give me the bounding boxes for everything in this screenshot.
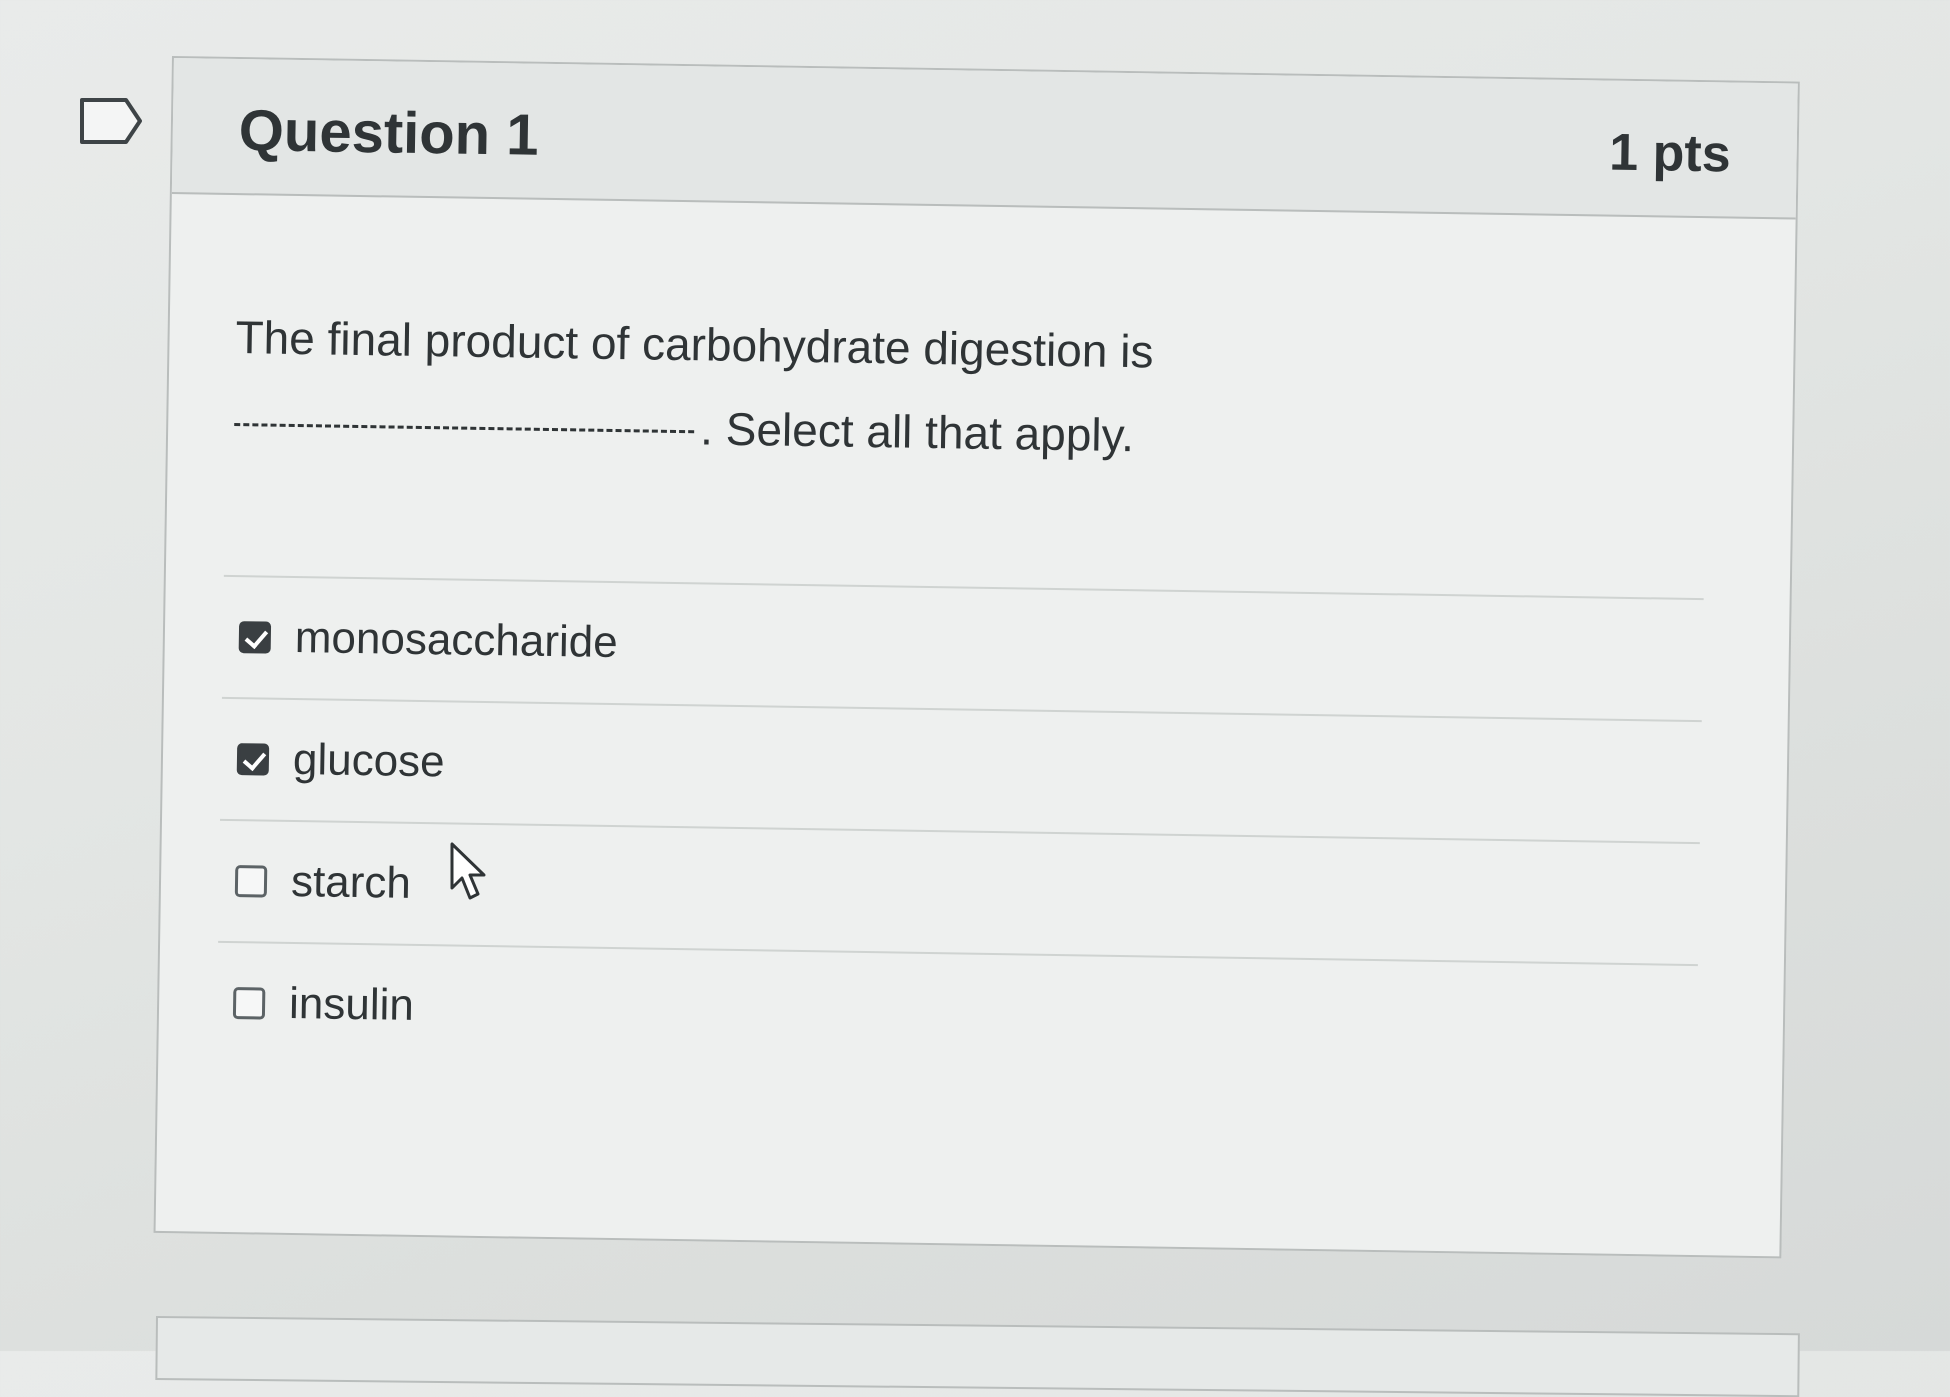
- flag-question-icon[interactable]: [78, 96, 144, 146]
- answer-label[interactable]: insulin: [289, 979, 415, 1031]
- checkbox-unchecked[interactable]: [234, 865, 268, 898]
- question-text: The final product of carbohydrate digest…: [234, 295, 1357, 481]
- question-text-line2: . Select all that apply.: [699, 402, 1135, 462]
- answer-option-starch[interactable]: starch: [218, 818, 1700, 965]
- answer-list: monosaccharide glucose starch insulin: [216, 574, 1704, 1087]
- checkbox-checked[interactable]: [236, 743, 270, 776]
- answer-label[interactable]: monosaccharide: [294, 613, 618, 668]
- question-card: Question 1 1 pts The final product of ca…: [153, 56, 1800, 1259]
- mouse-pointer-icon: [450, 842, 486, 900]
- question-text-line2-wrap: . Select all that apply.: [234, 379, 1355, 481]
- question-title: Question 1: [238, 98, 540, 168]
- answer-option-monosaccharide[interactable]: monosaccharide: [221, 574, 1704, 721]
- checkbox-checked[interactable]: [238, 621, 272, 654]
- answer-option-glucose[interactable]: glucose: [220, 696, 1702, 843]
- answer-blank-line: [234, 423, 695, 434]
- checkbox-unchecked[interactable]: [232, 987, 266, 1020]
- answer-option-insulin[interactable]: insulin: [216, 940, 1698, 1087]
- question-header: Question 1 1 pts: [171, 58, 1798, 220]
- question-points: 1 pts: [1608, 123, 1732, 184]
- next-question-card: [155, 1316, 1800, 1397]
- answer-label[interactable]: starch: [291, 857, 412, 909]
- answer-label[interactable]: glucose: [293, 735, 445, 787]
